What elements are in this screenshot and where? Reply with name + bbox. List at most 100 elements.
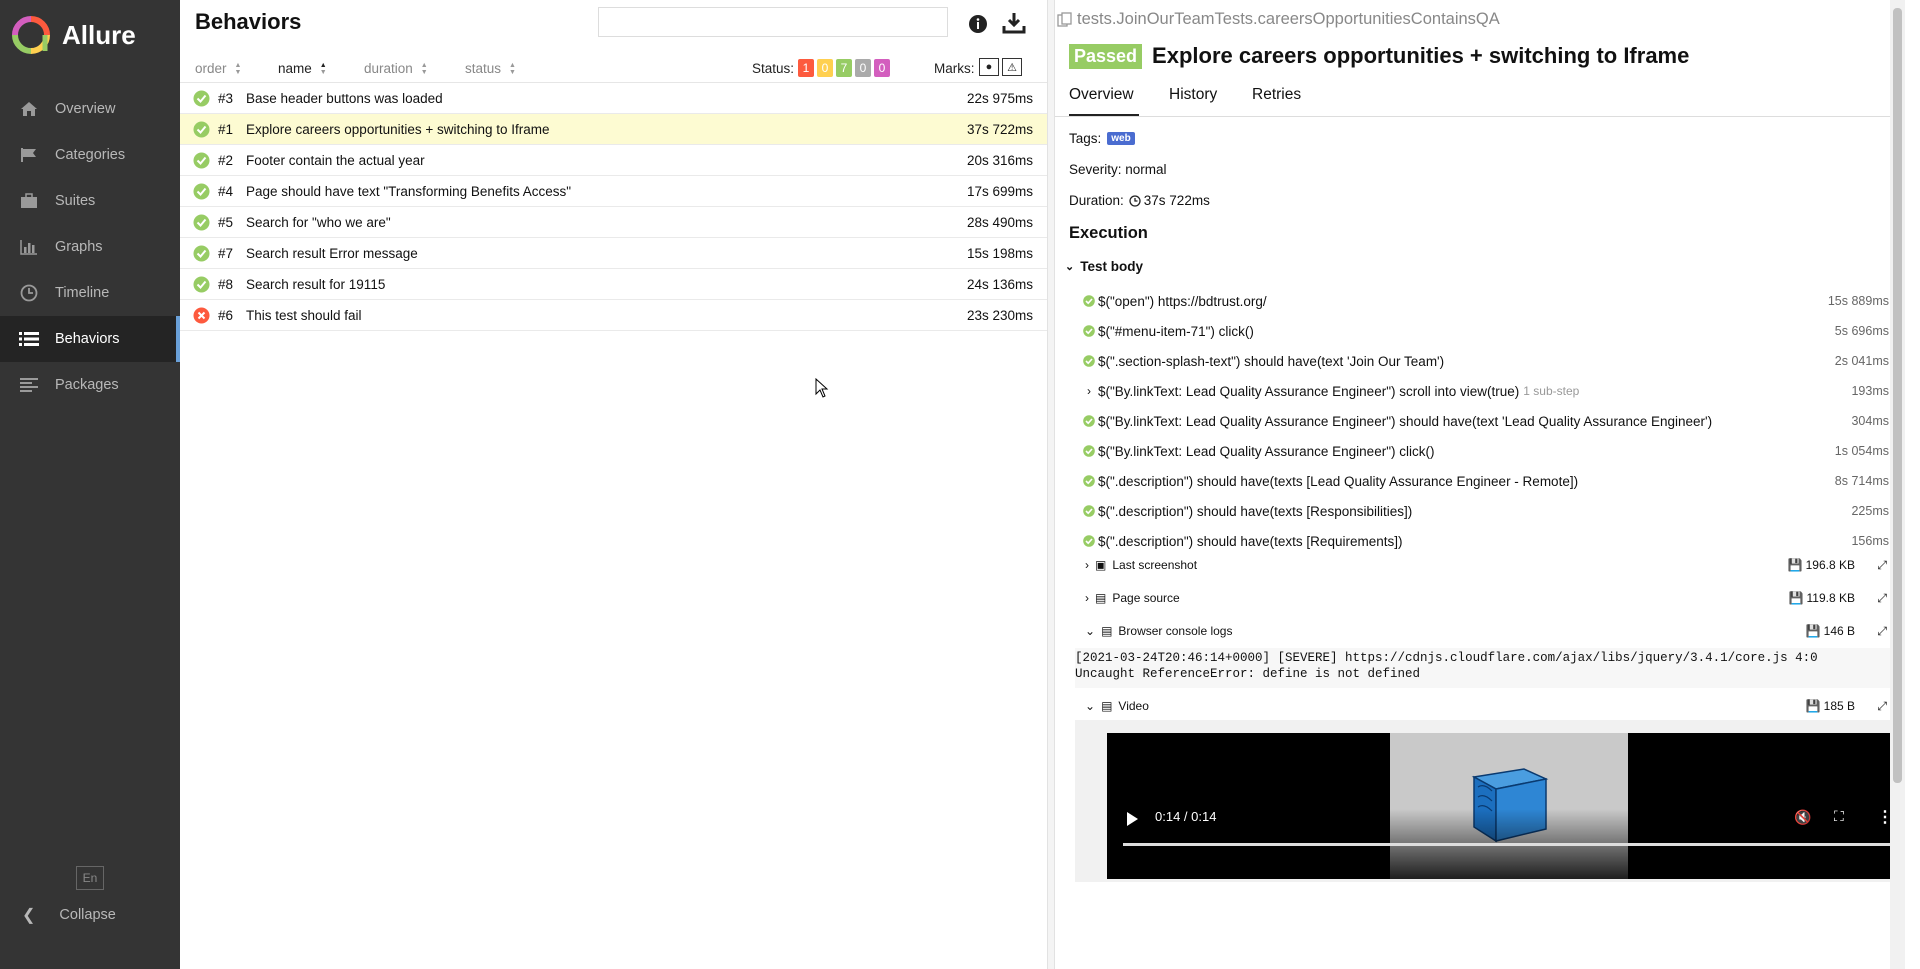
sort-order[interactable]: order ▲ ▼	[195, 61, 241, 76]
step-text: $("By.linkText: Lead Quality Assurance E…	[1098, 443, 1435, 459]
test-full-name[interactable]: tests.JoinOurTeamTests.careersOpportunit…	[1057, 10, 1500, 29]
step-item[interactable]: $(".description") should have(texts [Lea…	[1055, 466, 1905, 496]
tab-overview[interactable]: Overview	[1069, 86, 1139, 116]
language-button[interactable]: En	[76, 866, 104, 890]
order-number: #7	[218, 245, 234, 261]
passed-icon	[193, 183, 210, 200]
step-item[interactable]: $("By.linkText: Lead Quality Assurance E…	[1055, 406, 1905, 436]
fullscreen-icon[interactable]: ⤢	[1877, 624, 1887, 639]
video-progress-bar[interactable]	[1123, 843, 1895, 846]
step-item[interactable]: $(".section-splash-text") should have(te…	[1055, 346, 1905, 376]
test-duration: 20s 316ms	[966, 152, 1033, 168]
brand[interactable]: Allure	[12, 14, 136, 56]
align-left-icon	[18, 376, 40, 394]
list-item[interactable]: #1 Explore careers opportunities + switc…	[180, 114, 1047, 145]
copy-icon[interactable]	[1057, 11, 1073, 28]
step-item[interactable]: $("By.linkText: Lead Quality Assurance E…	[1055, 436, 1905, 466]
step-text: $(".description") should have(texts [Res…	[1098, 503, 1413, 519]
list-item[interactable]: #8 Search result for 19115 24s 136ms	[180, 269, 1047, 300]
step-duration: 304ms	[1851, 414, 1889, 428]
step-text: $("By.linkText: Lead Quality Assurance E…	[1098, 383, 1520, 399]
video-player[interactable]: 0:14 / 0:14 🔇 ⛶ ⋮	[1107, 733, 1905, 879]
status-unknown-badge[interactable]: 0	[874, 59, 890, 77]
scrollbar[interactable]	[1890, 0, 1905, 969]
passed-icon	[193, 90, 210, 107]
step-item[interactable]: $("open") https://bdtrust.org/ 15s 889ms	[1055, 286, 1905, 316]
status-skipped-badge[interactable]: 0	[855, 59, 871, 77]
test-name: Search for "who we are"	[246, 214, 391, 230]
mute-icon[interactable]: 🔇	[1794, 809, 1811, 826]
sidebar-item-categories[interactable]: Categories	[0, 132, 180, 178]
tab-history[interactable]: History	[1169, 86, 1217, 116]
status-badge: Passed	[1069, 43, 1143, 69]
sidebar-item-graphs[interactable]: Graphs	[0, 224, 180, 270]
attachment-size-value: 146 B	[1823, 624, 1855, 638]
sort-duration[interactable]: duration ▲ ▼	[364, 61, 428, 76]
allure-logo-icon	[12, 16, 50, 54]
step-item-expandable[interactable]: › $("By.linkText: Lead Quality Assurance…	[1055, 376, 1905, 406]
test-name: This test should fail	[246, 307, 362, 323]
sidebar-item-overview[interactable]: Overview	[0, 86, 180, 132]
sidebar: Allure Overview Categories Suites Graphs…	[0, 0, 180, 969]
collapse-label: Collapse	[59, 907, 116, 923]
attachment-name: Last screenshot	[1112, 558, 1198, 572]
search-input[interactable]	[598, 7, 948, 37]
behaviors-pane: Behaviors order ▲ ▼ name ▲ ▼ duration ▲ ▼ stat…	[180, 0, 1047, 969]
test-title: Explore careers opportunities + switchin…	[1152, 43, 1690, 68]
tab-retries[interactable]: Retries	[1252, 86, 1301, 116]
order-number: #6	[218, 307, 234, 323]
sort-name[interactable]: name ▲ ▼	[278, 61, 327, 76]
sort-status-label: status	[465, 61, 502, 76]
step-item[interactable]: $("#menu-item-71") click() 5s 696ms	[1055, 316, 1905, 346]
attachment-row[interactable]: ⌄ ▤ Video 💾 185 B ⤢	[1085, 693, 1893, 719]
attachment-size-value: 185 B	[1823, 699, 1855, 713]
list-item[interactable]: #3 Base header buttons was loaded 22s 97…	[180, 83, 1047, 114]
test-body-toggle[interactable]: ⌄ Test body	[1065, 259, 1143, 274]
step-duration: 5s 696ms	[1834, 324, 1889, 338]
test-duration: 22s 975ms	[966, 90, 1033, 106]
list-item[interactable]: #6 This test should fail 23s 230ms	[180, 300, 1047, 331]
tag-badge[interactable]: web	[1107, 132, 1135, 145]
sidebar-item-packages[interactable]: Packages	[0, 362, 180, 408]
fullscreen-icon[interactable]: ⤢	[1877, 591, 1887, 606]
attachment-size: 💾 119.8 KB	[1789, 591, 1855, 605]
sidebar-item-suites[interactable]: Suites	[0, 178, 180, 224]
passed-icon	[1083, 415, 1095, 427]
sort-arrows-icon: ▲ ▼	[509, 61, 516, 76]
chevron-down-icon: ⌄	[1085, 624, 1096, 638]
order-number: #1	[218, 121, 234, 137]
test-name: Search result for 19115	[246, 276, 386, 292]
attachment-row[interactable]: › ▤ Page source 💾 119.8 KB ⤢	[1085, 585, 1893, 611]
status-broken-badge[interactable]: 0	[817, 59, 833, 77]
console-log: [2021-03-24T20:46:14+0000] [SEVERE] http…	[1075, 648, 1893, 688]
list-item[interactable]: #2 Footer contain the actual year 20s 31…	[180, 145, 1047, 176]
fullscreen-icon[interactable]: ⛶	[1834, 808, 1844, 825]
status-failed-badge[interactable]: 1	[798, 59, 814, 77]
sort-duration-label: duration	[364, 61, 413, 76]
test-duration: 24s 136ms	[966, 276, 1033, 292]
download-icon[interactable]	[1002, 12, 1026, 39]
list-item[interactable]: #5 Search for "who we are" 28s 490ms	[180, 207, 1047, 238]
attachment-row[interactable]: › ▣ Last screenshot 💾 196.8 KB ⤢	[1085, 552, 1893, 578]
list-icon	[18, 330, 40, 348]
play-icon[interactable]	[1125, 811, 1139, 832]
info-icon[interactable]	[968, 14, 988, 39]
passed-icon	[1083, 445, 1095, 457]
scrollbar-thumb[interactable]	[1893, 8, 1902, 783]
collapse-button[interactable]: ❮ Collapse	[22, 905, 116, 925]
fullscreen-icon[interactable]: ⤢	[1877, 699, 1887, 714]
status-passed-badge[interactable]: 7	[836, 59, 852, 77]
pane-resizer[interactable]	[1047, 0, 1055, 969]
sidebar-item-behaviors[interactable]: Behaviors	[0, 316, 180, 362]
flaky-mark-icon[interactable]: ●	[979, 58, 999, 76]
list-item[interactable]: #4 Page should have text "Transforming B…	[180, 176, 1047, 207]
warning-mark-icon[interactable]: ⚠	[1002, 58, 1022, 76]
sidebar-item-timeline[interactable]: Timeline	[0, 270, 180, 316]
list-item[interactable]: #7 Search result Error message 15s 198ms	[180, 238, 1047, 269]
sort-bar: order ▲ ▼ name ▲ ▼ duration ▲ ▼ status ▲ ▼ Statu…	[180, 56, 1047, 83]
attachment-row[interactable]: ⌄ ▤ Browser console logs 💾 146 B ⤢	[1085, 618, 1893, 644]
step-item[interactable]: $(".description") should have(texts [Res…	[1055, 496, 1905, 526]
fullscreen-icon[interactable]: ⤢	[1877, 558, 1887, 573]
sort-status[interactable]: status ▲ ▼	[465, 61, 516, 76]
clock-icon	[1129, 194, 1141, 207]
